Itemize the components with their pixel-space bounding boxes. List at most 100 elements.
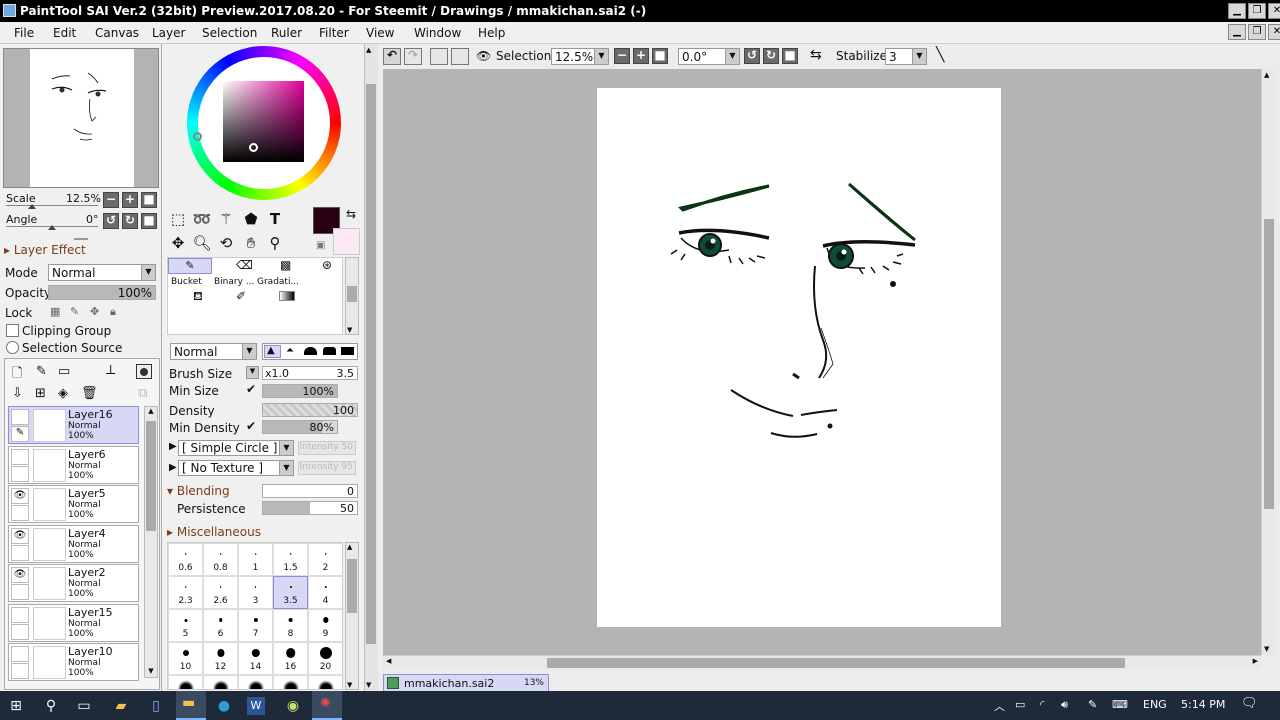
layer-mask-icon[interactable] <box>136 364 152 379</box>
brush-edge-hardness[interactable]: ▲ ⏶ <box>262 343 358 360</box>
brush-size-preset[interactable]: 9 <box>308 609 342 642</box>
toolbar-rotate-left-button[interactable]: ↺ <box>744 48 760 64</box>
airbrush-tool-icon[interactable]: ▩ <box>280 258 291 272</box>
canvas-vertical-scrollbar[interactable]: ▲ ▼ <box>1261 69 1276 655</box>
gradation-tool-label[interactable]: Gradati... <box>257 277 299 287</box>
move-icon[interactable]: ✥ <box>167 232 189 254</box>
blending-header[interactable]: ▾ Blending <box>167 484 230 498</box>
flip-horizontal-icon[interactable]: ⇆ <box>810 47 822 63</box>
brush-size-preset[interactable]: 20 <box>308 642 342 675</box>
layer-visibility-toggle[interactable] <box>11 646 29 662</box>
toolbar-rotate-reset-button[interactable]: ■ <box>782 48 798 64</box>
layer-edit-toggle[interactable] <box>11 465 29 482</box>
brush-size-preset-partial[interactable] <box>168 675 203 689</box>
notifications-icon[interactable]: 🗨︎ <box>1241 696 1258 711</box>
lock-paint-icon[interactable]: ✎ <box>70 305 79 318</box>
file-explorer-active[interactable]: ▬ <box>176 691 206 720</box>
new-linework-layer-icon[interactable]: ✎ <box>36 364 47 379</box>
persistence-slider[interactable]: 50 <box>262 501 358 515</box>
blending-slider[interactable]: 0 <box>262 484 358 498</box>
brush-size-preset[interactable]: 1 <box>238 543 273 576</box>
brush-size-preset[interactable]: 7 <box>238 609 273 642</box>
toolbar-zoom-in-button[interactable]: + <box>633 48 649 64</box>
expand-shape-icon[interactable]: ▶ <box>169 441 177 452</box>
rotate-left-button[interactable]: ↺ <box>103 213 119 229</box>
menu-canvas[interactable]: Canvas <box>95 26 139 40</box>
layer-row[interactable]: 👁︎ Layer5 Normal 100% <box>8 485 139 523</box>
layer-visibility-toggle[interactable] <box>11 448 29 465</box>
brush-size-preset[interactable]: 2.6 <box>203 576 238 609</box>
layer-row[interactable]: Layer6 Normal 100% <box>8 445 139 484</box>
panel-scrollbar[interactable]: ▲ ▼ <box>364 44 378 691</box>
deselect-button[interactable] <box>430 48 448 65</box>
lasso-icon[interactable]: ➿ <box>191 208 213 230</box>
brush-size-preset-partial[interactable] <box>238 675 273 689</box>
opacity-slider[interactable]: 100% <box>48 285 156 300</box>
navigator-preview[interactable] <box>3 48 159 188</box>
restore-button[interactable]: ❐ <box>1248 3 1266 19</box>
layer-edit-toggle[interactable]: ✎ <box>11 426 29 442</box>
brush-size-multiplier-dropdown[interactable]: ▼ <box>246 366 259 379</box>
layer-row[interactable]: 👁︎ Layer2 Normal 100% <box>8 564 139 602</box>
language-indicator[interactable]: ENG <box>1143 698 1167 711</box>
toolbar-zoom-out-button[interactable]: − <box>614 48 630 64</box>
layer-visibility-toggle[interactable]: 👁︎ <box>11 527 29 544</box>
layer-edit-toggle[interactable] <box>11 623 29 640</box>
zoom-select[interactable]: 12.5% ▼ <box>551 48 609 65</box>
wifi-icon[interactable]: ◜ <box>1040 698 1044 711</box>
layer-visibility-toggle[interactable]: 👁︎ <box>11 488 29 504</box>
skype-icon[interactable]: ● <box>213 695 235 717</box>
menu-help[interactable]: Help <box>478 26 505 40</box>
layer-scrollbar[interactable]: ▲ ▼ <box>144 406 158 678</box>
size-grid-scrollbar[interactable]: ▲ ▼ <box>345 542 359 690</box>
toolbar-rotate-right-button[interactable]: ↻ <box>763 48 779 64</box>
menu-file[interactable]: File <box>14 26 34 40</box>
menu-layer[interactable]: Layer <box>152 26 185 40</box>
brush-size-preset[interactable]: 16 <box>273 642 308 675</box>
clock[interactable]: 5:14 PM <box>1181 698 1225 711</box>
expand-texture-icon[interactable]: ▶ <box>169 462 177 473</box>
secondary-color-swatch[interactable] <box>333 228 360 255</box>
brush-size-preset[interactable]: 12 <box>203 642 238 675</box>
brush-size-preset[interactable]: 0.8 <box>203 543 238 576</box>
bucket-tool-label[interactable]: Bucket <box>171 277 202 287</box>
doc-restore-button[interactable]: ❐ <box>1248 24 1266 40</box>
menu-edit[interactable]: Edit <box>53 26 76 40</box>
lock-transparency-icon[interactable]: ▦ <box>50 305 60 318</box>
close-button[interactable]: ✕ <box>1268 3 1280 19</box>
menu-selection[interactable]: Selection <box>202 26 257 40</box>
toolset-scrollbar[interactable]: ▼ <box>345 257 359 335</box>
layer-edit-toggle[interactable] <box>11 505 29 521</box>
binary-tool-label[interactable]: Binary ... <box>214 277 254 287</box>
invert-selection-button[interactable] <box>451 48 469 65</box>
brush-texture-select[interactable]: [ No Texture ] ▼ <box>178 460 294 476</box>
new-layer-icon[interactable]: 🗋︎ <box>12 364 22 386</box>
brush-size-preset[interactable]: 6 <box>203 609 238 642</box>
stabilizer-select[interactable]: 3 ▼ <box>885 48 927 65</box>
shape-icon[interactable]: ⬟ <box>240 208 262 230</box>
doc-minimize-button[interactable]: ▁ <box>1228 24 1246 40</box>
lock-all-icon[interactable]: 🔒︎ <box>110 305 116 319</box>
paint-tool-sai-active[interactable]: ✺ <box>312 691 342 720</box>
network-device-icon[interactable]: ▭ <box>1015 698 1025 711</box>
brush-size-preset[interactable]: 3.5 <box>273 576 308 609</box>
text-tool-icon[interactable]: T <box>264 208 286 230</box>
brush-size-preset[interactable]: 1.5 <box>273 543 308 576</box>
layer-visibility-toggle[interactable]: 👁︎ <box>11 567 29 583</box>
brush-size-preset[interactable]: 0.6 <box>168 543 203 576</box>
eye-icon[interactable]: 👁︎ <box>476 49 491 63</box>
watercolor-tool-icon[interactable]: ⊛ <box>322 258 332 272</box>
menu-ruler[interactable]: Ruler <box>271 26 302 40</box>
eraser-tool-icon[interactable]: ⌫ <box>236 258 253 272</box>
rotate-reset-button[interactable]: ■ <box>141 213 157 229</box>
min-size-slider[interactable]: 100% <box>262 384 338 398</box>
brush-size-preset[interactable]: 8 <box>273 609 308 642</box>
layer-edit-toggle[interactable] <box>11 663 29 679</box>
trash-icon[interactable]: 🗑︎ <box>81 386 98 401</box>
density-slider[interactable]: 100 <box>262 403 358 417</box>
brush-size-preset[interactable]: 3 <box>238 576 273 609</box>
eyedropper-icon[interactable]: ⚲ <box>264 232 286 254</box>
layer-row[interactable]: Layer15 Normal 100% <box>8 603 139 642</box>
toolbar-zoom-reset-button[interactable]: ■ <box>652 48 668 64</box>
selection-toggle-label[interactable]: Selection <box>496 49 551 63</box>
